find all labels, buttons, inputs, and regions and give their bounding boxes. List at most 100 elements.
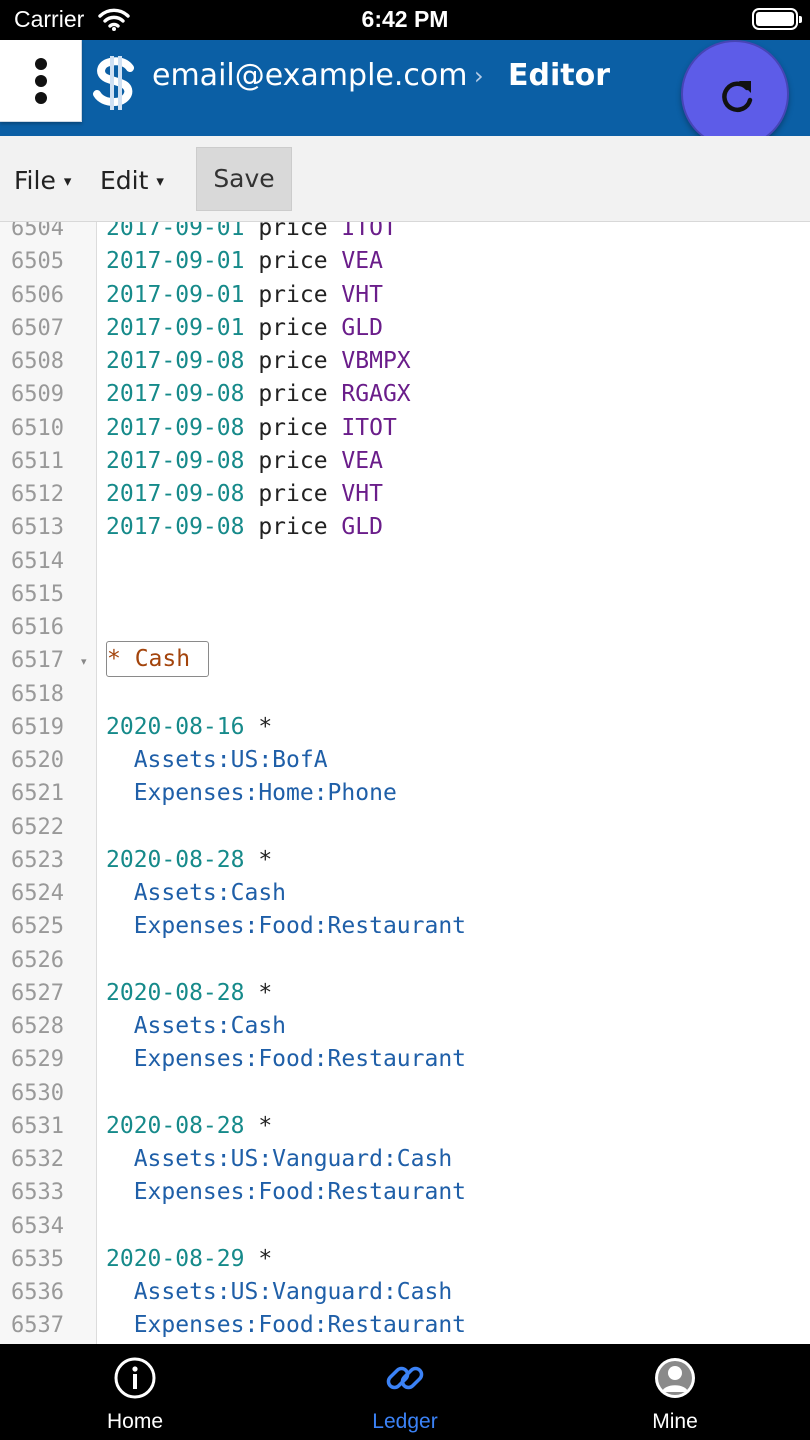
code-line[interactable]: 6534: [0, 1210, 810, 1243]
line-number: 6521: [11, 781, 64, 807]
editor-toolbar: File ▾ Edit ▾ Save: [0, 136, 810, 222]
file-menu[interactable]: File ▾: [14, 166, 71, 195]
code-line[interactable]: 6505 2017-09-01 price VEA: [0, 245, 810, 278]
code-line[interactable]: 6531 2020-08-28 *: [0, 1110, 810, 1143]
code-line[interactable]: 6511 2017-09-08 price VEA: [0, 445, 810, 478]
code-line[interactable]: 6525 Expenses:Food:Restaurant: [0, 910, 810, 943]
chevron-down-icon: ▾: [156, 172, 164, 190]
line-number: 6536: [11, 1280, 64, 1305]
code-line[interactable]: 6532 Assets:US:Vanguard:Cash: [0, 1143, 810, 1176]
token-flag: *: [244, 846, 273, 873]
token-acct: Expenses:Food:Restaurant: [106, 1312, 467, 1339]
code-line[interactable]: 6526: [0, 944, 810, 977]
token-date: 2020-08-28: [106, 1112, 245, 1139]
token-sym: VHT: [341, 281, 383, 308]
code-line[interactable]: 6527 2020-08-28 *: [0, 977, 810, 1010]
tab-home-label: Home: [106, 1410, 164, 1433]
code-text: 2017-09-08 price VBMPX: [106, 348, 411, 374]
line-number: 6514: [11, 548, 64, 574]
tab-home[interactable]: Home: [0, 1344, 270, 1440]
code-line[interactable]: 6529 Expenses:Food:Restaurant: [0, 1043, 810, 1076]
link-icon: [383, 1356, 427, 1404]
token-date: 2017-09-08: [106, 447, 245, 474]
code-line[interactable]: 6508 2017-09-08 price VBMPX: [0, 345, 810, 378]
token-flag: *: [244, 1245, 273, 1272]
refresh-button[interactable]: [681, 40, 789, 148]
token-kw: price: [244, 222, 342, 241]
token-date: 2020-08-28: [106, 846, 245, 873]
code-text: 2020-08-28 *: [106, 1113, 272, 1139]
code-line[interactable]: 6519 2020-08-16 *: [0, 711, 810, 744]
line-number: 6516: [11, 615, 64, 640]
code-line[interactable]: 6515: [0, 578, 810, 611]
line-number: 6527: [11, 980, 64, 1006]
code-line[interactable]: 6521 Expenses:Home:Phone: [0, 777, 810, 810]
line-number: 6531: [11, 1113, 64, 1139]
code-line[interactable]: 6520 Assets:US:BofA: [0, 744, 810, 777]
line-number: 6533: [11, 1180, 64, 1206]
more-menu-button[interactable]: [0, 40, 82, 122]
code-text: Expenses:Food:Restaurant: [106, 1179, 466, 1205]
tab-ledger[interactable]: Ledger: [270, 1344, 540, 1440]
code-line[interactable]: 6512 2017-09-08 price VHT: [0, 478, 810, 511]
code-text: 2017-09-01 price VHT: [106, 282, 383, 308]
code-text: Assets:US:BofA: [106, 747, 328, 773]
code-line[interactable]: 6517 ▾ * Cash: [0, 641, 810, 678]
token-acct: Expenses:Food:Restaurant: [106, 913, 467, 940]
tab-bar: Home Ledger Mine: [0, 1344, 810, 1440]
code-text: Expenses:Home:Phone: [106, 780, 397, 806]
code-line[interactable]: 6530: [0, 1077, 810, 1110]
code-line[interactable]: 6518: [0, 678, 810, 711]
token-date: 2017-09-08: [106, 381, 245, 408]
token-date: 2017-09-08: [106, 414, 245, 441]
token-acct: Assets:US:Vanguard:Cash: [106, 1279, 453, 1305]
code-line[interactable]: 6536 Assets:US:Vanguard:Cash: [0, 1276, 810, 1309]
tab-mine[interactable]: Mine: [540, 1344, 810, 1440]
code-text: 2020-08-28 *: [106, 847, 272, 873]
token-date: 2017-09-01: [106, 314, 245, 341]
code-text: 2017-09-01 price GLD: [106, 315, 383, 341]
code-line[interactable]: 6537 Expenses:Food:Restaurant: [0, 1309, 810, 1342]
code-line[interactable]: 6535 2020-08-29 *: [0, 1243, 810, 1276]
dot-icon: [35, 75, 47, 87]
code-editor[interactable]: 6504 2017-09-01 price ITOT 6505 2017-09-01 …: [0, 222, 810, 1344]
code-line[interactable]: 6507 2017-09-01 price GLD: [0, 312, 810, 345]
tab-ledger-label: Ledger: [372, 1410, 438, 1433]
code-text: Expenses:Food:Restaurant: [106, 1312, 466, 1338]
refresh-icon: [722, 81, 753, 112]
edit-menu[interactable]: Edit ▾: [100, 166, 164, 195]
code-line[interactable]: 6513 2017-09-08 price GLD: [0, 511, 810, 544]
code-text: Assets:US:Vanguard:Cash: [106, 1146, 453, 1172]
line-number: 6537: [11, 1313, 64, 1339]
token-acct: Assets:Cash: [106, 1013, 287, 1039]
code-text: Assets:Cash: [106, 880, 286, 906]
code-text: 2020-08-16 *: [106, 714, 272, 740]
save-button[interactable]: Save: [196, 147, 292, 211]
code-line[interactable]: 6522: [0, 811, 810, 844]
line-number: 6512: [11, 482, 64, 507]
code-line[interactable]: 6523 2020-08-28 *: [0, 844, 810, 877]
line-number: 6532: [11, 1147, 64, 1172]
code-text: 2017-09-01 price ITOT: [106, 222, 397, 241]
code-line[interactable]: 6509 2017-09-08 price RGAGX: [0, 378, 810, 411]
token-kw: price: [244, 514, 342, 541]
account-email[interactable]: email@example.com: [152, 58, 467, 93]
code-line[interactable]: 6516: [0, 611, 810, 644]
code-line[interactable]: 6533 Expenses:Food:Restaurant: [0, 1176, 810, 1209]
code-line[interactable]: 6510 2017-09-08 price ITOT: [0, 412, 810, 445]
code-line[interactable]: 6506 2017-09-01 price VHT: [0, 279, 810, 312]
code-line[interactable]: 6514: [0, 545, 810, 578]
token-date: 2017-09-01: [106, 222, 245, 241]
code-line[interactable]: 6528 Assets:Cash: [0, 1010, 810, 1043]
code-line[interactable]: 6524 Assets:Cash: [0, 877, 810, 910]
token-acct: Assets:US:Vanguard:Cash: [106, 1146, 453, 1172]
fold-toggle-icon[interactable]: ▾: [81, 655, 87, 668]
edit-menu-label: Edit: [100, 166, 149, 195]
token-kw: price: [244, 348, 342, 374]
code-text: Expenses:Food:Restaurant: [106, 1046, 466, 1072]
token-sym: ITOT: [341, 222, 397, 241]
code-line[interactable]: 6504 2017-09-01 price ITOT: [0, 222, 810, 245]
status-bar: Carrier 6:42 PM: [0, 0, 810, 40]
line-number: 6520: [11, 748, 64, 773]
token-flag: *: [244, 979, 273, 1006]
